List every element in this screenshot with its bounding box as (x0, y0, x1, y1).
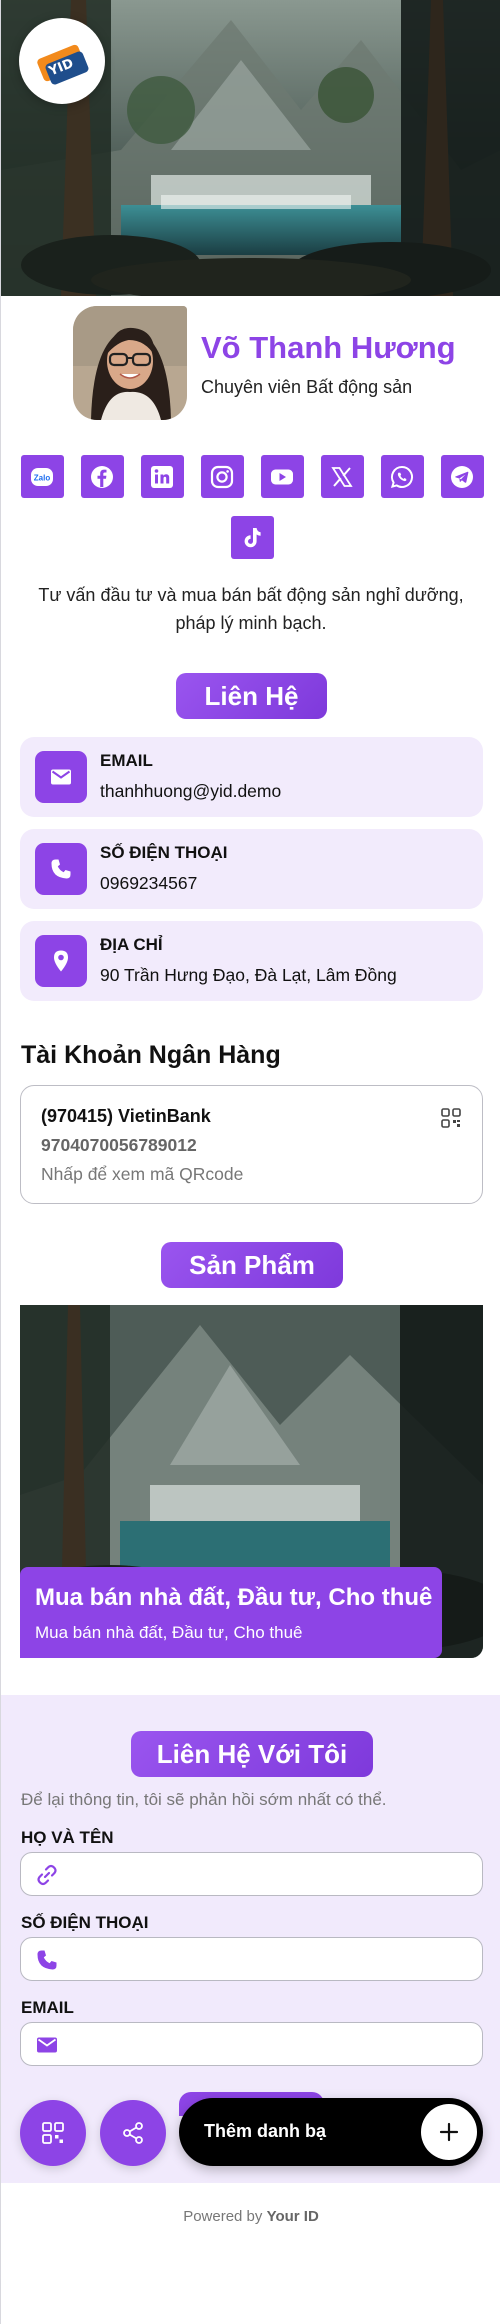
footer-prefix: Powered by (183, 2208, 263, 2225)
share-icon (123, 2122, 143, 2144)
qr-code-icon (42, 2122, 64, 2144)
phone-icon (51, 859, 71, 879)
footer: Powered by Your ID (1, 2208, 500, 2225)
bank-account-card[interactable]: (970415) VietinBank 9704070056789012 Nhấ… (20, 1085, 483, 1204)
linkedin-icon (151, 465, 173, 488)
facebook-icon (91, 465, 113, 488)
social-whatsapp[interactable] (380, 455, 424, 498)
phone-icon (37, 1950, 57, 1970)
save-contact-button[interactable]: Thêm danh bạ (179, 2098, 483, 2166)
product-subtitle: Mua bán nhà đất, Đầu tư, Cho thuê (35, 1623, 303, 1642)
contact-address-icon-box (35, 935, 87, 987)
contact-value: thanhhuong@yid.demo (100, 781, 282, 801)
bank-qr-hint: Nhấp để xem mã QRcode (41, 1164, 244, 1184)
name-field[interactable] (20, 1852, 483, 1896)
brand-logo[interactable]: YID (19, 18, 105, 104)
bank-heading: Tài Khoản Ngân Hàng (21, 1041, 281, 1069)
social-instagram[interactable] (200, 455, 244, 498)
phone-field-label: SỐ ĐIỆN THOẠI (21, 1913, 149, 1932)
youtube-icon (271, 469, 293, 484)
qr-code-icon (441, 1108, 461, 1128)
x-icon (331, 466, 353, 487)
contact-phone-icon-box (35, 843, 87, 895)
whatsapp-icon (390, 465, 413, 488)
mail-icon (37, 2037, 57, 2053)
page: YID Võ Thanh Hương Chuyên viên Bất động … (0, 0, 500, 2324)
save-contact-label: Thêm danh bạ (204, 2121, 327, 2141)
contact-value: 0969234567 (100, 873, 198, 893)
social-linkedin[interactable] (140, 455, 184, 498)
phone-field[interactable] (20, 1937, 483, 1981)
zalo-label: Zalo (34, 473, 51, 482)
contact-label: ĐỊA CHỈ (100, 935, 163, 954)
cover-image: YID (1, 0, 500, 296)
product-card[interactable]: Mua bán nhà đất, Đầu tư, Cho thuê Mua bá… (20, 1305, 483, 1658)
telegram-icon (451, 465, 473, 488)
email-input[interactable] (71, 2029, 471, 2059)
social-links: Zalo (20, 455, 484, 559)
plus-icon (439, 2122, 459, 2142)
add-contact-button[interactable] (421, 2104, 477, 2160)
products-heading: Sản Phẩm (161, 1242, 343, 1288)
tiktok-icon (244, 527, 261, 547)
email-field[interactable] (20, 2022, 483, 2066)
link-icon (37, 1864, 57, 1886)
contact-heading: Liên Hệ (176, 673, 327, 719)
yid-logo-icon: YID (37, 44, 89, 85)
contact-form-heading: Liên Hệ Với Tôi (131, 1731, 373, 1777)
social-telegram[interactable] (440, 455, 484, 498)
contact-card-email[interactable]: EMAIL thanhhuong@yid.demo (20, 737, 483, 817)
qr-button[interactable] (20, 2100, 86, 2166)
social-x[interactable] (320, 455, 364, 498)
avatar (73, 306, 187, 420)
contact-form-intro: Để lại thông tin, tôi sẽ phản hồi sớm nh… (21, 1790, 387, 1809)
product-title: Mua bán nhà đất, Đầu tư, Cho thuê (35, 1584, 433, 1611)
contact-label: EMAIL (100, 751, 153, 770)
mail-icon (51, 769, 71, 785)
phone-input[interactable] (71, 1944, 471, 1974)
bank-account-number: 9704070056789012 (41, 1135, 197, 1155)
name-input[interactable] (71, 1859, 471, 1889)
contact-card-address[interactable]: ĐỊA CHỈ 90 Trần Hưng Đạo, Đà Lạt, Lâm Đồ… (20, 921, 483, 1001)
contact-card-phone[interactable]: SỐ ĐIỆN THOẠI 0969234567 (20, 829, 483, 909)
footer-brand-link[interactable]: Your ID (267, 2208, 319, 2225)
instagram-icon (210, 465, 234, 488)
zalo-icon: Zalo (31, 467, 53, 486)
contact-email-icon-box (35, 751, 87, 803)
contact-value: 90 Trần Hưng Đạo, Đà Lạt, Lâm Đồng (100, 965, 397, 985)
profile-bio: Tư vấn đầu tư và mua bán bất động sản ng… (38, 585, 464, 633)
social-zalo[interactable]: Zalo (20, 455, 64, 498)
share-button[interactable] (100, 2100, 166, 2166)
email-field-label: EMAIL (21, 1998, 74, 2017)
bank-name: (970415) VietinBank (41, 1106, 211, 1126)
location-icon (54, 950, 68, 972)
product-caption: Mua bán nhà đất, Đầu tư, Cho thuê Mua bá… (20, 1567, 442, 1658)
profile-name: Võ Thanh Hương (201, 330, 456, 365)
profile-title: Chuyên viên Bất động sản (201, 377, 413, 397)
social-facebook[interactable] (80, 455, 124, 498)
contact-label: SỐ ĐIỆN THOẠI (100, 843, 228, 862)
name-field-label: HỌ VÀ TÊN (21, 1828, 114, 1847)
social-youtube[interactable] (260, 455, 304, 498)
social-tiktok[interactable] (230, 516, 274, 559)
